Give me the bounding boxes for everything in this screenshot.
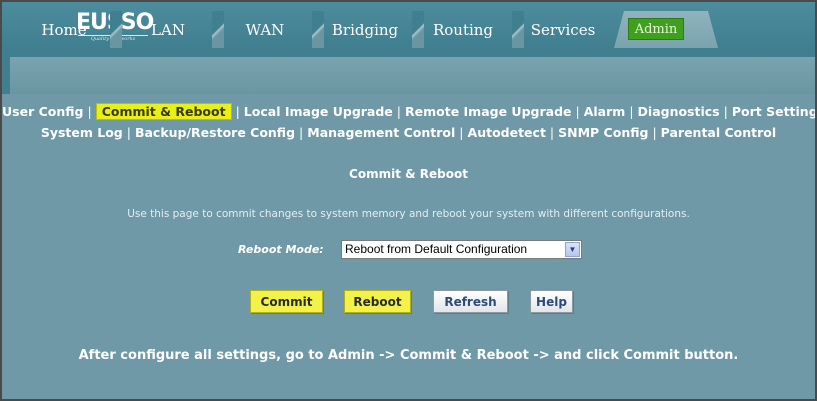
submenu-management-control[interactable]: Management Control <box>307 125 455 140</box>
tab-wan[interactable]: WAN <box>240 11 290 48</box>
submenu-separator: | <box>652 125 657 140</box>
submenu-separator: | <box>299 125 304 140</box>
submenu-diagnostics[interactable]: Diagnostics <box>638 104 720 119</box>
tab-lan[interactable]: LAN <box>142 11 194 48</box>
submenu-alarm[interactable]: Alarm <box>584 104 626 119</box>
reboot-mode-label: Reboot Mode: <box>238 243 324 256</box>
reboot-mode-select[interactable]: Reboot from Default Configuration ▼ <box>341 240 582 259</box>
submenu-port-settings[interactable]: Port Settings <box>732 104 815 119</box>
tab-services[interactable]: Services <box>530 11 596 48</box>
submenu-separator: | <box>575 104 580 119</box>
tab-routing[interactable]: Routing <box>432 11 494 48</box>
page-title: Commit & Reboot <box>349 167 468 181</box>
submenu-separator: | <box>549 125 555 140</box>
tab-divider <box>110 11 122 48</box>
submenu-snmp-config[interactable]: SNMP Config <box>558 125 648 140</box>
reboot-button[interactable]: Reboot <box>344 290 411 313</box>
submenu-user-config[interactable]: User Config <box>2 104 83 119</box>
main-tab-bar <box>2 48 815 94</box>
router-admin-page: EUSSO Quality Networks Home LAN WAN Brid… <box>0 0 817 401</box>
submenu-separator: | <box>126 125 131 140</box>
tab-strip <box>10 57 815 94</box>
submenu-separator: | <box>396 104 402 119</box>
submenu-separator: | <box>235 104 240 119</box>
submenu-system-log[interactable]: System Log <box>41 125 123 140</box>
submenu-remote-image-upgrade[interactable]: Remote Image Upgrade <box>405 104 571 119</box>
submenu-autodetect[interactable]: Autodetect <box>468 125 546 140</box>
submenu-separator: | <box>629 104 634 119</box>
tab-divider <box>312 11 324 48</box>
admin-submenu: User Config | Commit & Reboot | Local Image … <box>2 101 815 143</box>
tab-divider <box>412 11 424 48</box>
tab-divider <box>512 11 524 48</box>
submenu-parental-control[interactable]: Parental Control <box>661 125 777 140</box>
submenu-row-2: System Log | Backup/Restore Config | Managem… <box>2 122 815 143</box>
refresh-button[interactable]: Refresh <box>433 290 508 313</box>
submenu-local-image-upgrade[interactable]: Local Image Upgrade <box>244 104 393 119</box>
tab-home[interactable]: Home <box>38 11 90 48</box>
submenu-backup-restore-config[interactable]: Backup/Restore Config <box>135 125 295 140</box>
tab-admin[interactable]: Admin <box>628 18 684 40</box>
submenu-commit-reboot[interactable]: Commit & Reboot <box>95 103 232 120</box>
commit-button[interactable]: Commit <box>250 290 323 313</box>
submenu-separator: | <box>87 104 92 119</box>
submenu-separator: | <box>459 125 464 140</box>
submenu-separator: | <box>723 104 728 119</box>
help-button[interactable]: Help <box>530 290 573 313</box>
footer-instruction: After configure all settings, go to Admi… <box>78 348 739 363</box>
page-description: Use this page to commit changes to syste… <box>127 208 690 220</box>
reboot-mode-selected-value: Reboot from Default Configuration <box>345 242 528 256</box>
submenu-row-1: User Config | Commit & Reboot | Local Image … <box>2 101 815 122</box>
tab-divider <box>212 11 224 48</box>
tab-bridging[interactable]: Bridging <box>332 11 398 48</box>
chevron-down-icon[interactable]: ▼ <box>565 242 580 257</box>
